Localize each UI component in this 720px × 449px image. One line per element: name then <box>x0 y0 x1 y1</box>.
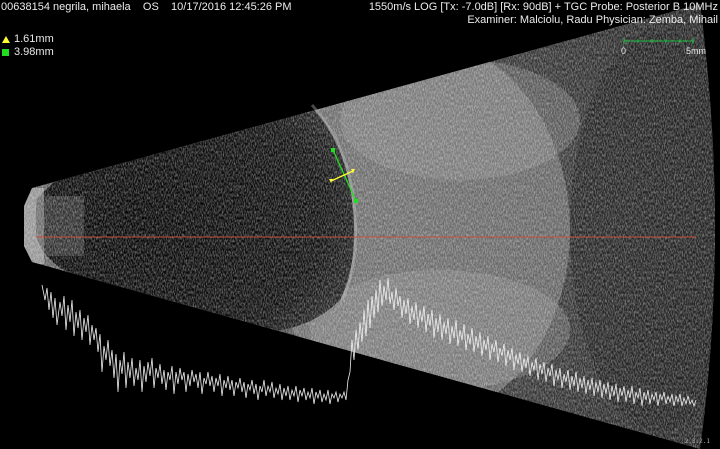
measurement-legend: 1.61mm 3.98mm <box>2 33 54 59</box>
measurement-row-green[interactable]: 3.98mm <box>2 46 54 59</box>
yellow-triangle-icon <box>2 36 10 43</box>
corner-tag: 2.3.2.1 <box>684 438 710 445</box>
ultrasound-b-scan-screen: 00638154 negrila, mihaela OS 10/17/2016 … <box>0 0 720 449</box>
measurement-row-yellow[interactable]: 1.61mm <box>2 33 54 46</box>
measurement-value: 3.98mm <box>14 46 54 58</box>
scan-settings-header: 1550m/s LOG [Tx: -7.0dB] [Rx: 90dB] + TG… <box>369 1 718 27</box>
scale-start-label: 0 <box>621 46 627 56</box>
eye-label: OS <box>142 1 159 13</box>
b-scan-image <box>24 4 715 449</box>
exam-datetime: 10/17/2016 12:45:26 PM <box>171 1 292 13</box>
green-square-icon <box>2 49 9 56</box>
acquisition-settings: 1550m/s LOG [Tx: -7.0dB] [Rx: 90dB] + TG… <box>368 1 718 13</box>
patient-name: negrila, mihaela <box>53 1 131 13</box>
scale-end-label: 5mm <box>686 46 706 56</box>
patient-id: 00638154 <box>1 1 50 13</box>
examiner-physician: Examiner: Malciolu, Radu Physician: Zemb… <box>467 14 718 26</box>
patient-info-header: 00638154 negrila, mihaela OS 10/17/2016 … <box>1 1 292 14</box>
measurement-value: 1.61mm <box>14 33 54 45</box>
